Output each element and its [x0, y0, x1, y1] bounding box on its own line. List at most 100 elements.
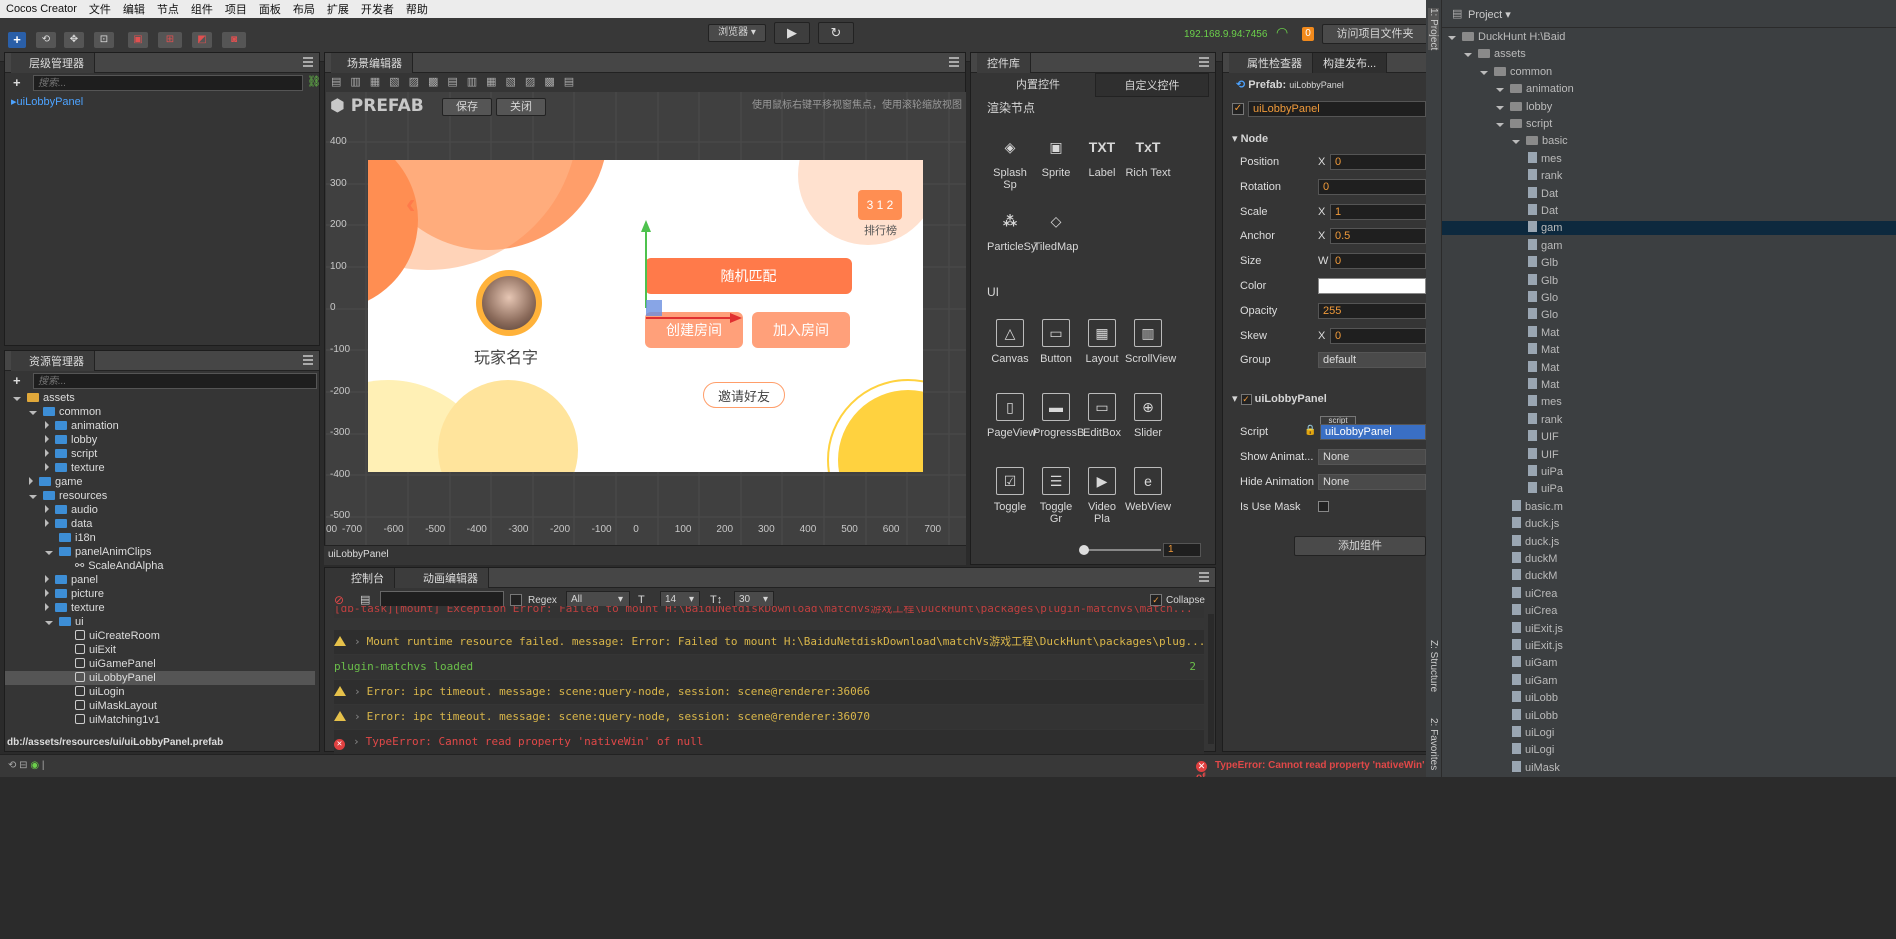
asset-tree-item[interactable]: texture [45, 601, 105, 615]
menu-icon[interactable] [1199, 57, 1209, 67]
asset-tree-item[interactable]: uiCreateRoom [61, 629, 160, 643]
control-item[interactable]: ▯ PageView [987, 393, 1036, 439]
animation-select[interactable]: None [1318, 449, 1426, 465]
animation-select[interactable]: None [1318, 474, 1426, 490]
asset-tree-item[interactable]: data [45, 517, 92, 531]
ide-tree-item[interactable]: gam [1528, 238, 1562, 253]
asset-tree-item[interactable]: i18n [45, 531, 96, 545]
chevron-down-icon[interactable] [1496, 88, 1504, 93]
zoom-slider-handle[interactable] [1079, 545, 1089, 555]
ide-tree-item[interactable]: UIF [1528, 447, 1559, 462]
node-section[interactable]: ▾ Node [1232, 132, 1268, 145]
asset-tree-item[interactable]: texture [45, 461, 105, 475]
tab-controls[interactable]: 控件库 [977, 52, 1031, 73]
menu-item[interactable]: 编辑 [117, 1, 151, 17]
ide-tree-item[interactable]: duck.js [1512, 517, 1559, 531]
asset-tree-item[interactable]: picture [45, 587, 104, 601]
ide-tree-item[interactable]: lobby [1496, 100, 1552, 114]
chevron-right-icon[interactable] [45, 603, 49, 611]
control-item[interactable]: ▬ ProgressB [1033, 393, 1084, 439]
ide-tree-item[interactable]: uiGam [1512, 673, 1557, 688]
asset-tree-item[interactable]: uiMatching1v1 [61, 713, 160, 727]
control-item[interactable]: ▣ Sprite [1033, 133, 1079, 180]
regex-checkbox[interactable] [510, 594, 522, 606]
ide-tree-item[interactable]: gam [1442, 221, 1896, 236]
chevron-down-icon[interactable] [45, 621, 53, 625]
ide-tree-item[interactable]: Mat [1528, 343, 1559, 357]
asset-tree-item[interactable]: ⚯ ScaleAndAlpha [61, 559, 163, 573]
asset-tree-item[interactable]: resources [29, 489, 107, 503]
console-scrollbar[interactable] [1208, 614, 1214, 744]
menu-item[interactable]: 面板 [253, 1, 287, 17]
ide-tree-item[interactable]: Dat [1528, 204, 1558, 218]
add-component-button[interactable]: 添加组件 [1294, 536, 1426, 556]
join-room-button[interactable]: 加入房间 [752, 312, 850, 348]
move-tool-button[interactable]: ⟲ [36, 32, 56, 48]
asset-tree-item[interactable]: lobby [45, 433, 97, 447]
node-name-input[interactable]: uiLobbyPanel [1248, 101, 1426, 117]
ide-tree-item[interactable]: uiPa [1528, 465, 1563, 479]
control-item[interactable]: ☰ Toggle Gr [1033, 467, 1079, 525]
asset-tree-item[interactable]: assets [13, 391, 75, 405]
control-item[interactable]: ▶ Video Pla [1079, 467, 1125, 525]
ide-tree-item[interactable]: uiCrea [1512, 586, 1557, 601]
prop-input[interactable]: 0 [1330, 327, 1426, 344]
control-item[interactable]: ⁂ ParticleSy [987, 207, 1037, 254]
chevron-right-icon[interactable] [45, 519, 49, 527]
chevron-right-icon[interactable] [45, 575, 49, 583]
ide-tree-item[interactable]: Mat [1528, 325, 1559, 340]
side-tab-favorites[interactable]: 2: Favorites [1428, 718, 1439, 770]
prop-input[interactable]: default [1318, 352, 1426, 369]
chevron-right-icon[interactable] [45, 505, 49, 513]
asset-tree-item[interactable]: uiExit [61, 643, 116, 657]
asset-tree-item[interactable]: audio [45, 503, 98, 517]
asset-tree-item[interactable]: uiGamePanel [61, 657, 156, 671]
ide-tree-item[interactable]: duckM [1512, 552, 1557, 566]
ide-project-dropdown[interactable]: Project ▾ [1468, 8, 1511, 21]
clear-console-icon[interactable]: ⊘ [334, 593, 344, 607]
side-tab-project[interactable]: 1: Project [1428, 8, 1439, 51]
tab-builtin-controls[interactable]: 内置控件 [981, 73, 1095, 97]
control-item[interactable]: e WebView [1125, 467, 1171, 513]
tab-custom-controls[interactable]: 自定义控件 [1095, 73, 1209, 97]
ide-tree-item[interactable]: UIF [1528, 430, 1559, 444]
refresh-button[interactable]: ↻ [818, 22, 854, 44]
rect-tool-button[interactable]: ▣ [128, 32, 148, 48]
chevron-right-icon[interactable] [45, 463, 49, 471]
game-canvas[interactable]: ‹ 3 1 2 排行榜 玩家名字 随机匹配 创建房间 加入房间 邀请好友 [368, 160, 923, 472]
ide-tree-item[interactable]: Glo [1528, 308, 1558, 322]
chevron-right-icon[interactable] [29, 477, 33, 485]
control-item[interactable]: ▭ Button [1033, 319, 1079, 365]
control-item[interactable]: ☑ Toggle [987, 467, 1033, 513]
menu-item[interactable]: 开发者 [355, 1, 400, 17]
link-icon[interactable]: ⛓ [307, 75, 321, 88]
ide-tree-item[interactable]: Mat [1528, 360, 1559, 375]
component-header[interactable]: ▾ ✓ uiLobbyPanel [1232, 392, 1327, 405]
console-line[interactable]: ✕ › TypeError: Cannot read property 'nativ… [334, 730, 1204, 754]
open-log-icon[interactable]: ▤ [360, 593, 370, 606]
scale-tool-button[interactable]: ⊡ [94, 32, 114, 48]
prop-input[interactable]: 0 [1330, 253, 1426, 270]
chevron-down-icon[interactable] [1496, 123, 1504, 127]
prop-input[interactable]: 255 [1318, 302, 1426, 319]
menu-item[interactable]: 节点 [151, 1, 185, 17]
control-item[interactable]: ▭ EditBox [1079, 393, 1125, 439]
chevron-down-icon[interactable] [29, 495, 37, 499]
tab-assets[interactable]: 资源管理器 [11, 350, 95, 371]
add-asset-button[interactable]: + [13, 373, 21, 388]
ide-tree-item[interactable]: Glb [1528, 256, 1558, 270]
control-item[interactable]: TXT Label [1079, 133, 1125, 179]
chevron-right-icon[interactable] [45, 449, 49, 457]
asset-tree-item[interactable]: game [29, 475, 83, 489]
console-line[interactable]: › Error: ipc timeout. message: scene:quer… [334, 680, 1204, 704]
asset-tree-item[interactable]: uiLobbyPanel [5, 671, 315, 685]
ide-tree-item[interactable]: assets [1464, 47, 1526, 61]
chevron-right-icon[interactable] [45, 421, 49, 429]
ide-tree-item[interactable]: mes [1528, 395, 1562, 409]
chevron-down-icon[interactable] [1464, 53, 1472, 58]
prop-input[interactable] [1318, 278, 1426, 294]
ide-tree-item[interactable]: duck.js [1512, 534, 1559, 549]
chevron-down-icon[interactable] [45, 551, 53, 555]
menu-icon[interactable] [1199, 572, 1209, 582]
menu-item[interactable]: 帮助 [400, 1, 434, 17]
